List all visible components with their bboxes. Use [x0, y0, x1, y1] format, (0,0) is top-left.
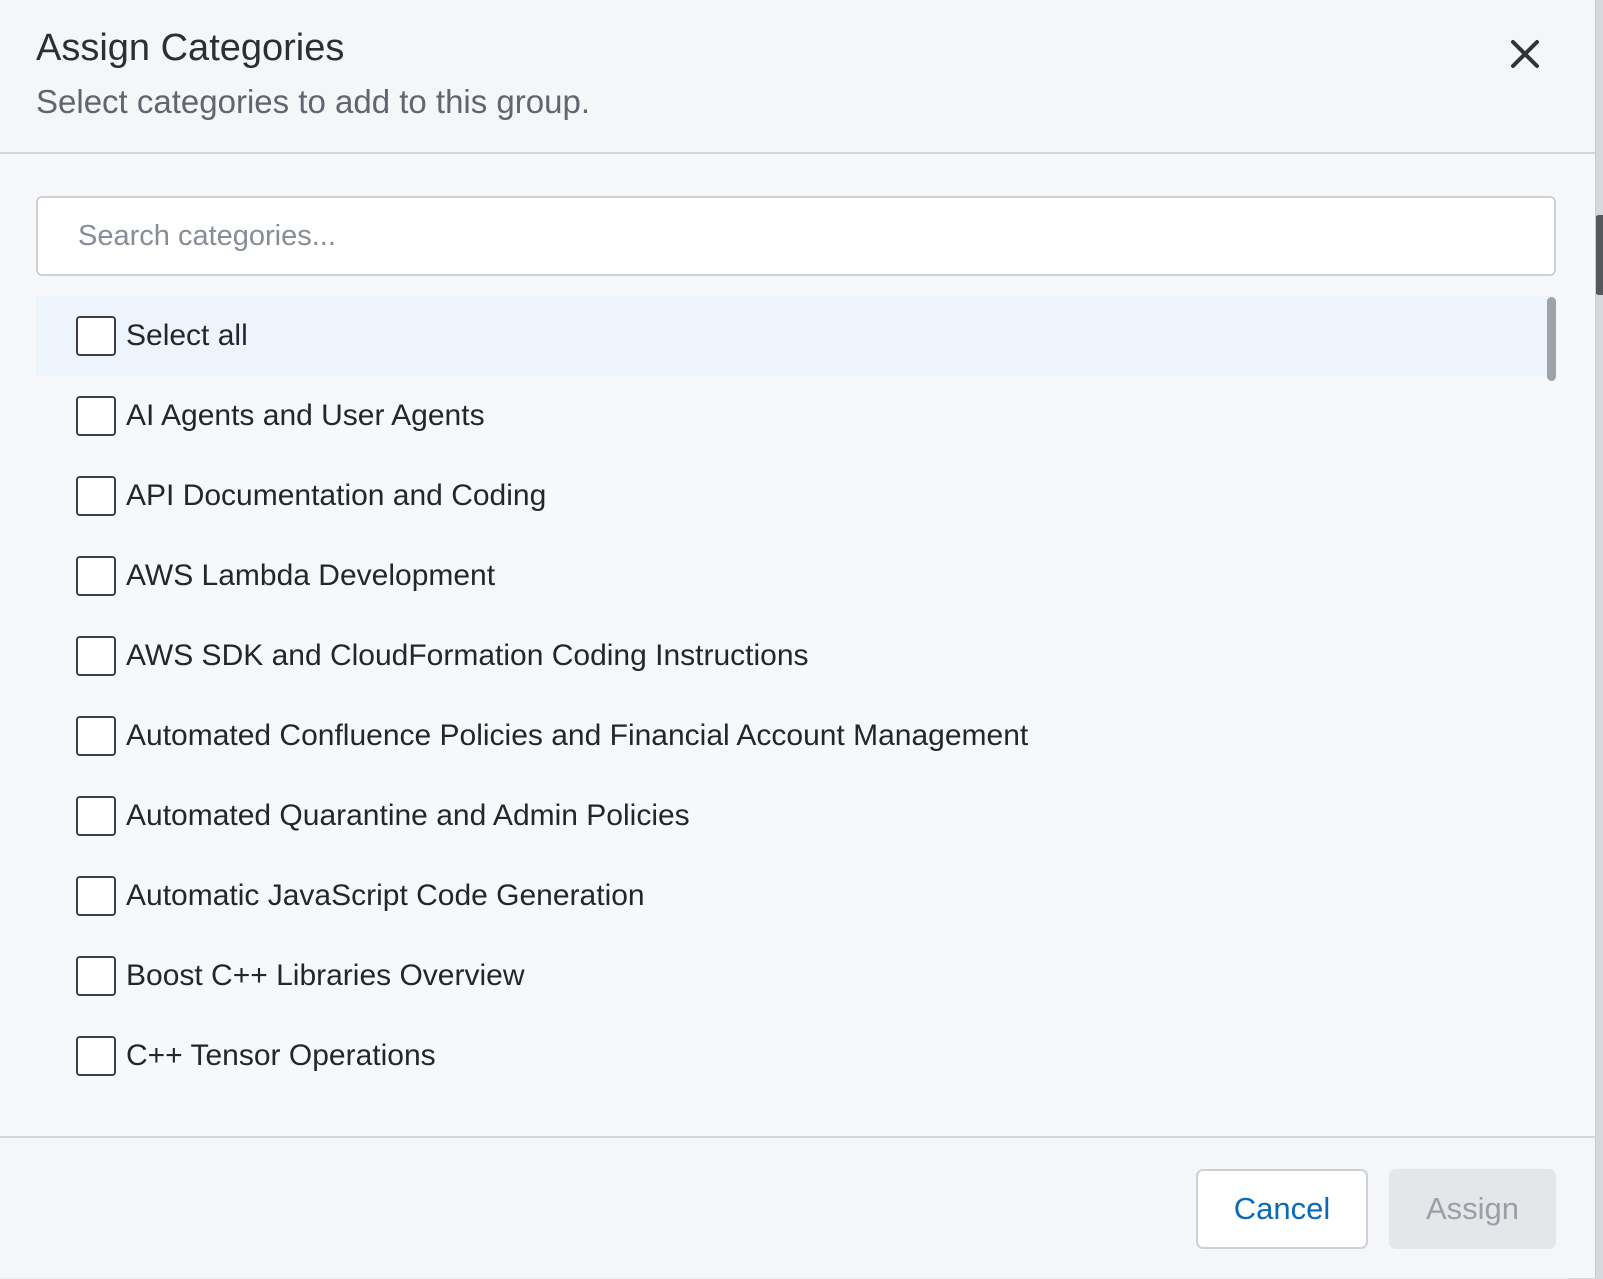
select-all-label: Select all [126, 319, 248, 352]
select-all-checkbox[interactable] [76, 316, 116, 356]
category-row[interactable]: API Documentation and Coding [36, 456, 1556, 536]
category-checkbox[interactable] [76, 876, 116, 916]
category-label: Automated Quarantine and Admin Policies [126, 799, 690, 832]
category-row[interactable]: Automated Quarantine and Admin Policies [36, 776, 1556, 856]
search-categories-input[interactable] [36, 196, 1556, 276]
category-label: AWS SDK and CloudFormation Coding Instru… [126, 639, 809, 672]
category-row[interactable]: C++ Tensor Operations [36, 1016, 1556, 1096]
close-icon [1511, 40, 1539, 68]
category-label: Automatic JavaScript Code Generation [126, 879, 645, 912]
list-scrollbar-thumb[interactable] [1547, 297, 1556, 381]
category-list: Select all AI Agents and User Agents API… [36, 296, 1556, 1096]
category-label: API Documentation and Coding [126, 479, 547, 512]
category-checkbox[interactable] [76, 956, 116, 996]
category-checkbox[interactable] [76, 1036, 116, 1076]
select-all-row[interactable]: Select all [36, 296, 1556, 376]
backdrop-scrollbar [1595, 215, 1603, 295]
dialog-header: Assign Categories Select categories to a… [0, 0, 1595, 154]
category-label: AI Agents and User Agents [126, 399, 485, 432]
category-row[interactable]: Automated Confluence Policies and Financ… [36, 696, 1556, 776]
category-row[interactable]: AWS SDK and CloudFormation Coding Instru… [36, 616, 1556, 696]
category-checkbox[interactable] [76, 636, 116, 676]
category-label: Automated Confluence Policies and Financ… [126, 719, 1029, 752]
dialog-subtitle: Select categories to add to this group. [36, 83, 591, 120]
category-checkbox[interactable] [76, 396, 116, 436]
category-row[interactable]: AI Agents and User Agents [36, 376, 1556, 456]
category-checkbox[interactable] [76, 796, 116, 836]
category-label: AWS Lambda Development [126, 559, 496, 592]
assign-categories-dialog: Assign Categories Select categories to a… [0, 0, 1596, 1278]
assign-button[interactable]: Assign [1389, 1169, 1556, 1249]
cancel-button[interactable]: Cancel [1196, 1169, 1368, 1249]
dialog-title: Assign Categories [36, 27, 345, 69]
category-row[interactable]: Automatic JavaScript Code Generation [36, 856, 1556, 936]
category-checkbox[interactable] [76, 476, 116, 516]
category-checkbox[interactable] [76, 556, 116, 596]
category-row[interactable]: AWS Lambda Development [36, 536, 1556, 616]
category-label: C++ Tensor Operations [126, 1039, 436, 1072]
category-row[interactable]: Boost C++ Libraries Overview [36, 936, 1556, 1016]
close-button[interactable] [1497, 26, 1553, 82]
category-label: Boost C++ Libraries Overview [126, 959, 525, 992]
category-checkbox[interactable] [76, 716, 116, 756]
